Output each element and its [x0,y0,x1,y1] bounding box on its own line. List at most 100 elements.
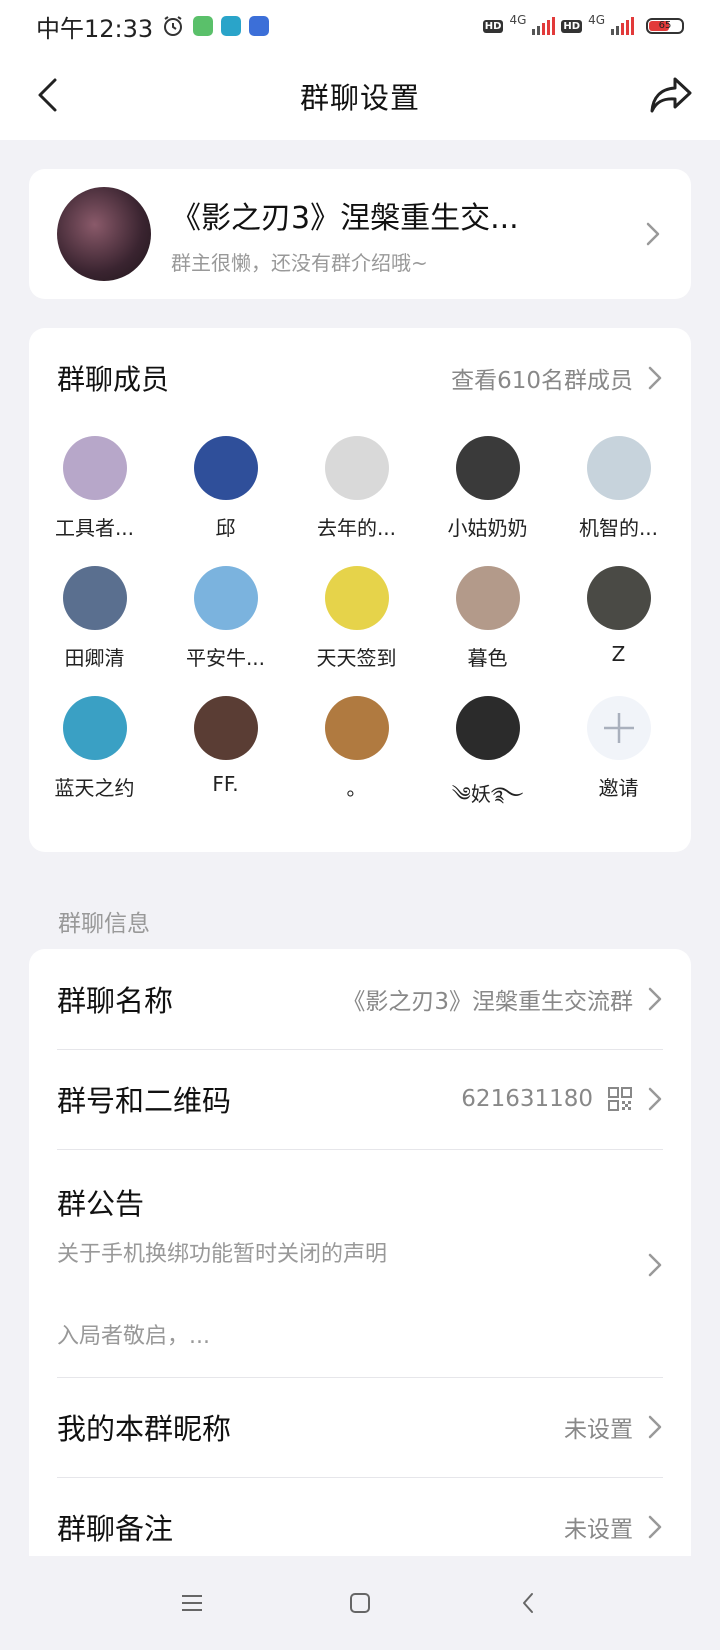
status-bar: 中午12:33 HD 4G HD 4G 65 [0,0,720,52]
app-notification-icon [221,16,242,36]
group-name-value: 《影之刃3》涅槃重生交流群 [342,989,633,1015]
my-nickname-right: 未设置 [564,1410,663,1444]
network-type: 4G [588,13,605,27]
member-avatar [193,436,258,500]
page-title: 群聊设置 [299,81,420,115]
status-right: HD 4G HD 4G 65 [482,13,684,35]
qr-code-icon [608,1087,632,1111]
member-item[interactable]: 机智的... [553,436,684,541]
group-id-row[interactable]: 群号和二维码 621631180 [57,1077,663,1121]
group-notice-preview[interactable]: 关于手机换绑功能暂时关闭的声明 [57,1236,387,1268]
chevron-left-icon [38,78,57,112]
chevron-right-icon [648,1087,662,1111]
member-item[interactable]: 工具者... [29,436,160,541]
chevron-right-icon [648,1515,662,1539]
member-avatar [455,696,520,760]
members-title: 群聊成员 [57,363,170,396]
member-item[interactable]: 暮色 [422,566,553,671]
system-back-button[interactable] [508,1583,548,1623]
member-item[interactable]: 邱 [160,436,291,541]
group-remark-right: 未设置 [564,1510,663,1544]
group-id-title: 群号和二维码 [57,1084,232,1118]
member-avatar [62,696,127,760]
chevron-left-icon [523,1593,533,1613]
member-name: 平安牛... [185,646,266,670]
app-notification-icon [249,16,270,36]
member-avatar [62,566,127,630]
member-item[interactable]: Z [553,566,684,666]
nav-bar: 群聊设置 [0,52,720,140]
share-icon [650,77,692,113]
network-type: 4G [509,13,527,27]
members-header: 群聊成员 查看610名群成员 [57,358,663,398]
member-item[interactable]: FF. [160,696,291,796]
divider [57,1377,663,1378]
my-nickname-value: 未设置 [564,1417,633,1443]
member-avatar [455,566,520,630]
group-notice-title[interactable]: 群公告 [57,1181,144,1223]
member-item[interactable]: 平安牛... [160,566,291,671]
member-name: 工具者... [54,516,135,540]
member-item[interactable]: 小姑奶奶 [422,436,553,541]
invite-label: 邀请 [598,776,639,800]
member-avatar [586,436,651,500]
group-name: 《影之刃3》涅槃重生交... [171,200,519,236]
signal-icon [611,17,634,35]
back-button[interactable] [24,72,70,118]
group-profile-card[interactable]: 《影之刃3》涅槃重生交... 群主很懒，还没有群介绍哦~ [29,169,691,299]
battery-icon: 65 [646,18,684,34]
member-item[interactable]: 去年的... [291,436,422,541]
member-avatar [193,696,258,760]
group-remark-value: 未设置 [564,1517,633,1543]
group-id-value: 621631180 [461,1086,593,1112]
chevron-right-icon [648,1415,662,1439]
group-avatar [57,187,151,281]
my-nickname-title: 我的本群昵称 [57,1412,232,1446]
home-square-icon [350,1593,370,1613]
group-name-row[interactable]: 群聊名称 《影之刃3》涅槃重生交流群 [57,977,663,1021]
system-navigation-bar [0,1556,720,1650]
member-name: Z [611,642,626,666]
group-id-right: 621631180 [461,1086,663,1112]
plus-icon [586,696,651,760]
chevron-right-icon [646,222,660,246]
member-item[interactable]: 。 [291,696,422,801]
member-avatar [455,436,520,500]
battery-level: 65 [658,20,672,31]
member-name: 田卿清 [64,646,125,670]
signal-icon [532,17,556,35]
member-item[interactable]: 蓝天之约 [29,696,160,801]
share-button[interactable] [646,70,696,120]
chevron-right-icon [648,366,662,390]
member-name: 邱 [215,516,236,540]
my-nickname-row[interactable]: 我的本群昵称 未设置 [57,1405,663,1449]
section-label: 群聊信息 [58,911,150,937]
hd-badge: HD [561,19,583,33]
group-description: 群主很懒，还没有群介绍哦~ [171,250,428,275]
invite-member-button[interactable]: 邀请 [553,696,684,801]
member-item[interactable]: 天天签到 [291,566,422,671]
group-remark-row[interactable]: 群聊备注 未设置 [57,1505,663,1549]
home-button[interactable] [340,1583,380,1623]
chevron-right-icon[interactable] [647,1252,663,1278]
member-name: 去年的... [316,516,397,540]
group-notice-preview-line2[interactable]: 入局者敬启，... [57,1318,210,1350]
group-name-title: 群聊名称 [57,984,174,1018]
group-info: 《影之刃3》涅槃重生交... 群主很懒，还没有群介绍哦~ [171,193,643,276]
member-avatar [62,436,127,500]
member-name: 。 [346,776,367,800]
divider [57,1477,663,1478]
group-name-right: 《影之刃3》涅槃重生交流群 [342,982,663,1016]
hd-badge: HD [482,19,504,33]
member-avatar [324,696,389,760]
menu-icon [182,1595,202,1611]
divider [57,1149,663,1150]
member-name: 小姑奶奶 [447,516,528,540]
view-all-members-link[interactable]: 查看610名群成员 [451,361,663,395]
member-name: 机智的... [578,516,659,540]
member-item[interactable]: 田卿清 [29,566,160,671]
member-item[interactable]: ༄妖࿐ [422,696,553,828]
menu-button[interactable] [172,1583,212,1623]
group-remark-title: 群聊备注 [57,1512,174,1546]
member-name: ༄妖࿐ [451,782,524,806]
